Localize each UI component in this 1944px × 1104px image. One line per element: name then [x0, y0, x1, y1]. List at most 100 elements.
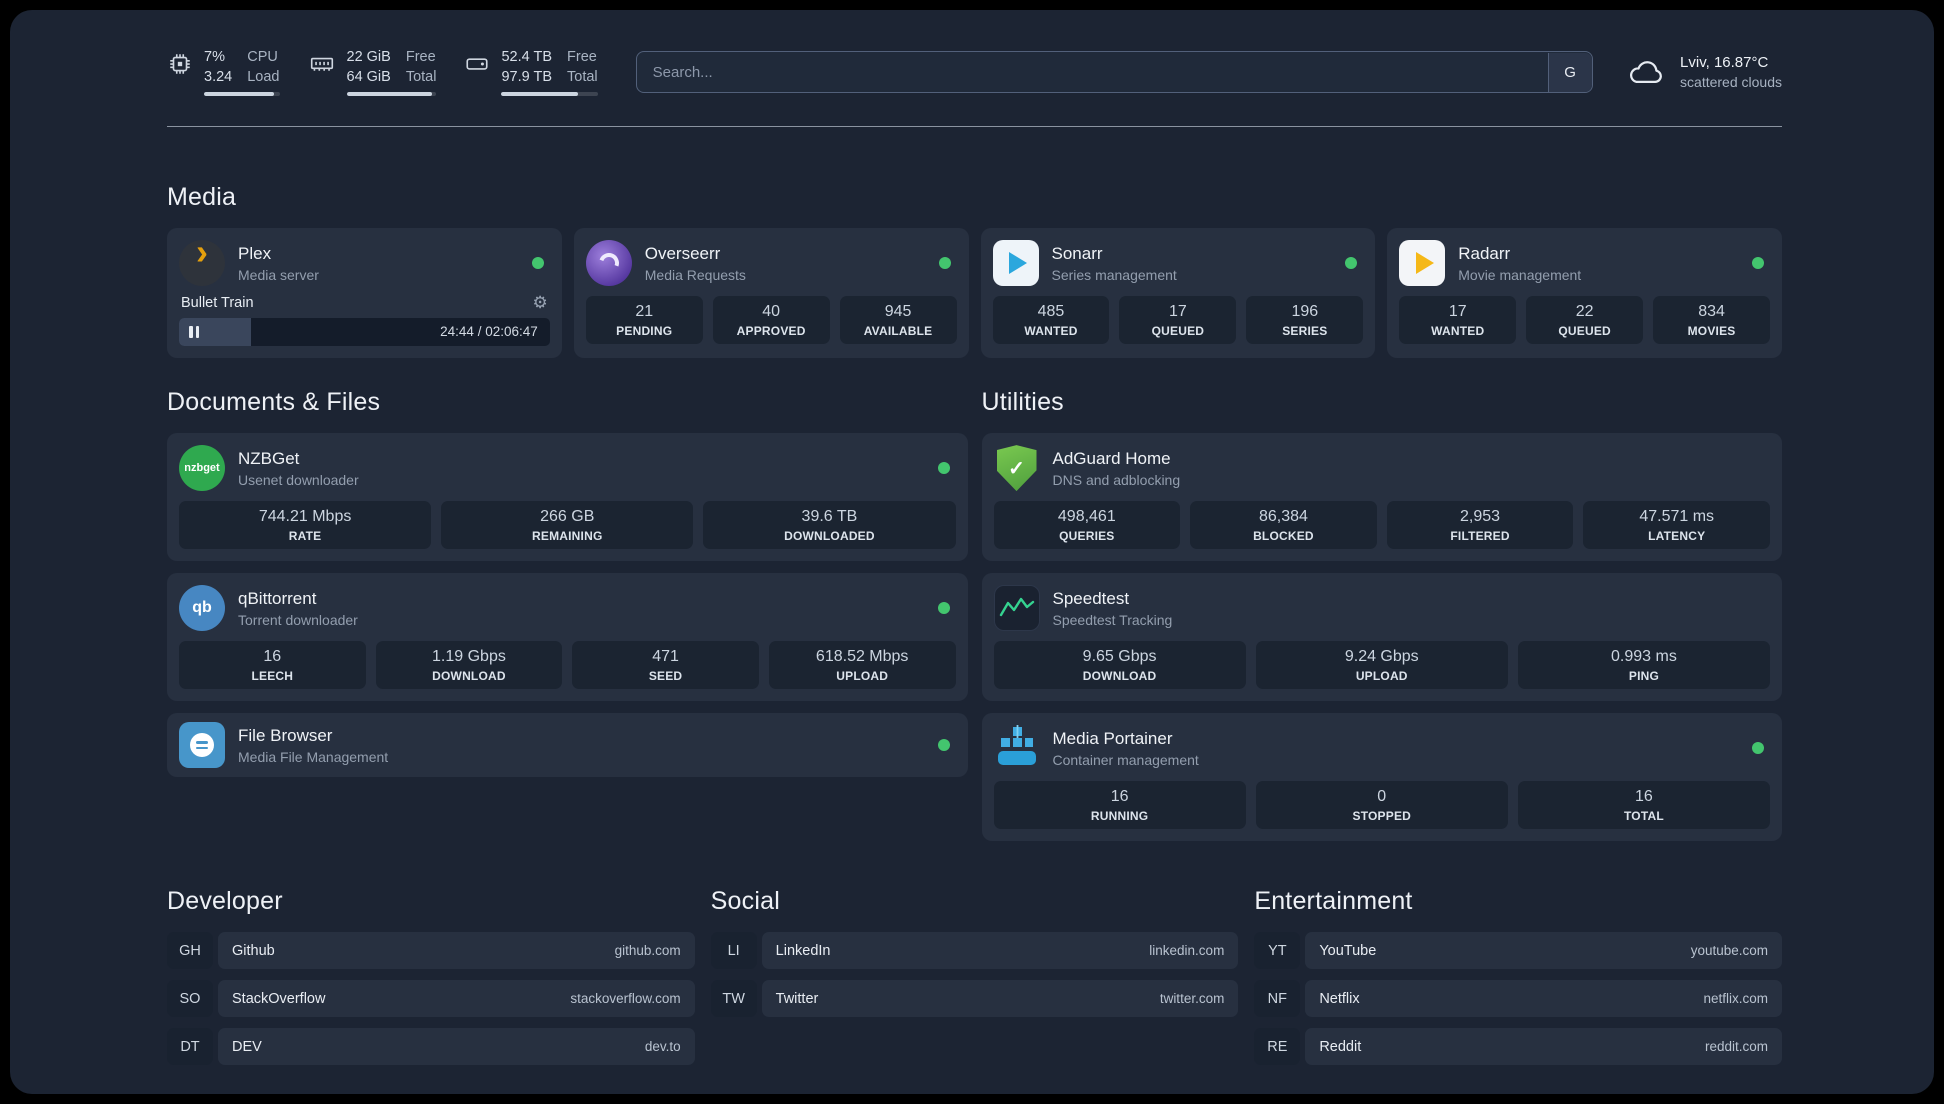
section-documents: Documents & Files nzbget NZBGet Usenet d… [167, 388, 968, 841]
bookmark-url: dev.to [644, 1039, 681, 1055]
app-name: Speedtest [1052, 588, 1130, 608]
app-name: Media Portainer [1052, 728, 1173, 748]
bookmark-url: reddit.com [1704, 1039, 1768, 1055]
bookmark-name: YouTube [1319, 942, 1377, 959]
memory-total-label: Total [405, 68, 437, 85]
memory-free-value: 22 GiB [346, 49, 391, 65]
bookmark-name: LinkedIn [775, 942, 831, 959]
portainer-icon [994, 725, 1040, 771]
bookmark-abbr: TW [710, 980, 757, 1018]
app-card-radarr[interactable]: Radarr Movie management 17 WANTED 22 QUE… [1387, 228, 1782, 359]
stat-latency: 47.571 ms LATENCY [1583, 501, 1770, 550]
stat-wanted: 17 WANTED [1399, 296, 1517, 345]
status-dot-online [1752, 257, 1764, 270]
cpu-load-value: 3.24 [204, 68, 233, 85]
app-name: Plex [238, 243, 272, 263]
bookmark-abbr: YT [1254, 932, 1301, 970]
disk-total-value: 97.9 TB [501, 68, 553, 85]
stat-queries: 498,461 QUERIES [993, 501, 1181, 550]
app-name: Radarr [1458, 243, 1511, 263]
app-card-speedtest[interactable]: Speedtest Speedtest Tracking 9.65 Gbps D… [981, 573, 1782, 702]
cloud-icon [1630, 61, 1662, 84]
status-dot-online [937, 602, 950, 615]
bookmark-dev[interactable]: DT DEV dev.to [167, 1028, 695, 1066]
app-card-portainer[interactable]: Media Portainer Container management 16 … [981, 713, 1782, 842]
bookmark-abbr: LI [710, 932, 757, 970]
app-card-sonarr[interactable]: Sonarr Series management 485 WANTED 17 Q… [980, 228, 1376, 359]
app-name: qBittorrent [238, 588, 317, 608]
section-heading-documents: Documents & Files [167, 388, 381, 417]
weather-widget: Lviv, 16.87°C scattered clouds [1625, 54, 1782, 90]
disk-widget: 52.4 TB 97.9 TB Free Total [464, 48, 598, 97]
stat-filtered: 2,953 FILTERED [1386, 501, 1574, 550]
stat-total: 16 TOTAL [1517, 781, 1771, 830]
filebrowser-icon [179, 722, 225, 769]
bookmark-stackoverflow[interactable]: SO StackOverflow stackoverflow.com [167, 980, 695, 1018]
bookmark-youtube[interactable]: YT YouTube youtube.com [1254, 932, 1782, 970]
bookmark-netflix[interactable]: NF Netflix netflix.com [1254, 980, 1782, 1018]
bookmark-reddit[interactable]: RE Reddit reddit.com [1254, 1028, 1782, 1066]
search-bar: G [635, 51, 1594, 94]
stat-blocked: 86,384 BLOCKED [1190, 501, 1377, 550]
app-name: AdGuard Home [1052, 448, 1171, 468]
app-description: Movie management [1458, 266, 1582, 283]
disk-usage-bar [501, 92, 598, 97]
playback-time: 24:44 / 02:06:47 [440, 324, 538, 340]
bookmark-name: DEV [232, 1038, 262, 1055]
bookmark-github[interactable]: GH Github github.com [167, 932, 695, 970]
app-description: Usenet downloader [238, 471, 359, 488]
app-card-nzbget[interactable]: nzbget NZBGet Usenet downloader 744.21 M… [167, 433, 968, 562]
stat-queued: 22 QUEUED [1526, 296, 1644, 345]
stat-download: 9.65 Gbps DOWNLOAD [993, 641, 1246, 690]
memory-icon [310, 57, 333, 71]
qbittorrent-icon: qb [179, 585, 225, 632]
disk-total-label: Total [567, 68, 598, 85]
gear-icon[interactable]: ⚙ [533, 294, 548, 311]
stat-remaining: 266 GB REMAINING [441, 501, 694, 550]
bookmark-group-developer: Developer GH Github github.com SO StackO… [167, 887, 695, 1066]
bookmark-abbr: GH [167, 932, 213, 970]
stat-wanted: 485 WANTED [992, 296, 1110, 345]
app-card-overseerr[interactable]: Overseerr Media Requests 21 PENDING 40 A… [573, 228, 969, 359]
dashboard: 7% 3.24 CPU Load 22 GiB 64 GiB Free Tota… [10, 10, 1934, 1094]
app-description: Container management [1052, 751, 1199, 768]
stat-stopped: 0 STOPPED [1255, 781, 1508, 830]
app-description: Media server [238, 266, 319, 283]
stat-series: 196 SERIES [1246, 296, 1364, 345]
plex-icon [179, 240, 225, 287]
bookmark-name: Github [232, 942, 275, 959]
stat-queued: 17 QUEUED [1119, 296, 1237, 345]
bookmark-linkedin[interactable]: LI LinkedIn linkedin.com [710, 932, 1239, 970]
bookmark-url: twitter.com [1159, 991, 1225, 1007]
pause-icon[interactable] [189, 326, 199, 339]
stat-running: 16 RUNNING [993, 781, 1246, 830]
bookmark-name: Reddit [1319, 1038, 1362, 1055]
overseerr-icon [585, 240, 632, 287]
bookmark-abbr: SO [167, 980, 213, 1018]
app-card-adguard[interactable]: AdGuard Home DNS and adblocking 498,461 … [981, 433, 1782, 562]
stat-upload: 618.52 Mbps UPLOAD [768, 641, 956, 690]
section-heading-social: Social [710, 887, 780, 916]
disk-free-label: Free [567, 49, 597, 65]
search-input[interactable] [635, 51, 1594, 94]
stat-pending: 21 PENDING [585, 296, 703, 345]
stat-approved: 40 APPROVED [712, 296, 830, 345]
app-card-plex[interactable]: Plex Media server Bullet Train ⚙ 24:44 /… [167, 228, 562, 359]
app-description: Speedtest Tracking [1052, 611, 1173, 628]
app-name: Sonarr [1051, 243, 1103, 263]
app-card-filebrowser[interactable]: File Browser Media File Management [167, 713, 968, 778]
app-description: Media File Management [238, 748, 389, 765]
bookmark-group-entertainment: Entertainment YT YouTube youtube.com NF … [1254, 887, 1782, 1066]
disk-free-value: 52.4 TB [501, 49, 553, 65]
cpu-widget: 7% 3.24 CPU Load [167, 48, 280, 97]
stat-leech: 16 LEECH [179, 641, 366, 690]
status-dot-online [1345, 257, 1358, 270]
speedtest-icon [993, 585, 1040, 632]
memory-widget: 22 GiB 64 GiB Free Total [308, 48, 437, 97]
bookmark-twitter[interactable]: TW Twitter twitter.com [710, 980, 1239, 1018]
app-card-qbittorrent[interactable]: qb qBittorrent Torrent downloader 16 LEE… [167, 573, 968, 702]
bookmark-name: Twitter [775, 990, 819, 1007]
search-engine-button[interactable]: G [1547, 52, 1592, 92]
bookmark-url: netflix.com [1703, 991, 1768, 1007]
adguard-icon [994, 445, 1040, 492]
